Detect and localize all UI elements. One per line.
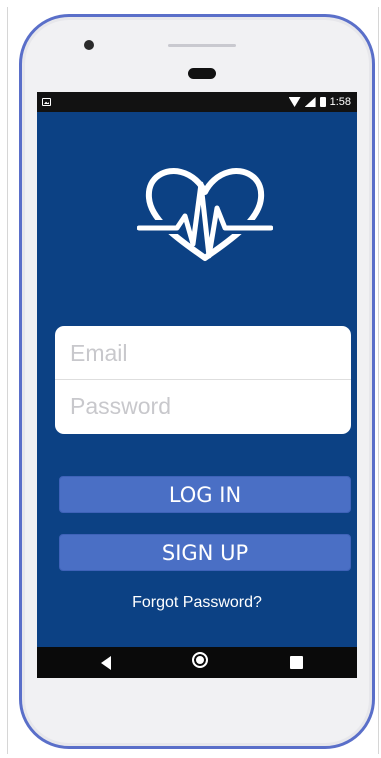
signal-icon — [304, 97, 316, 107]
status-indicators: 1:58 — [288, 95, 351, 109]
login-button[interactable]: LOG IN — [59, 476, 351, 513]
signup-button[interactable]: SIGN UP — [59, 534, 351, 571]
recents-icon[interactable] — [290, 656, 303, 669]
status-time: 1:58 — [329, 96, 351, 108]
email-field[interactable] — [55, 327, 351, 380]
back-icon[interactable] — [101, 656, 111, 670]
phone-frame: 1:58 LOG IN SIGN UP Forgot Password? — [19, 14, 375, 749]
forgot-password-link[interactable]: Forgot Password? — [37, 594, 357, 612]
login-form-card — [55, 326, 351, 434]
wifi-icon — [288, 97, 301, 107]
navigation-bar — [37, 647, 357, 678]
password-field[interactable] — [55, 380, 351, 433]
image-icon — [42, 98, 51, 106]
battery-icon — [319, 97, 326, 107]
earpiece — [188, 68, 216, 79]
app-screen: 1:58 LOG IN SIGN UP Forgot Password? — [37, 92, 357, 678]
front-camera — [84, 40, 94, 50]
heart-pulse-icon — [137, 168, 273, 261]
home-icon[interactable] — [192, 652, 208, 668]
top-speaker-grille — [168, 44, 236, 47]
status-bar: 1:58 — [37, 92, 357, 112]
